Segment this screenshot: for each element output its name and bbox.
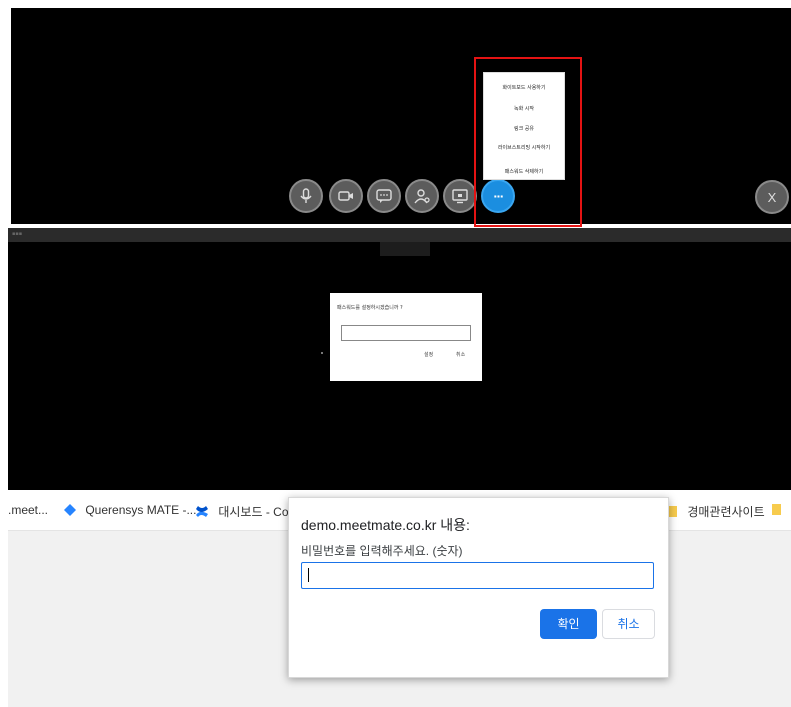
menu-item-whiteboard[interactable]: 화이트보드 사용하기	[486, 85, 562, 91]
bookmark-item[interactable]: .meet...	[8, 503, 48, 517]
menu-item-share-link[interactable]: 링크 공유	[486, 126, 562, 132]
participants-button[interactable]	[405, 179, 439, 213]
menu-item-record[interactable]: 녹화 시작	[486, 106, 562, 112]
prompt-message: 비밀번호를 입력해주세요. (숫자)	[301, 544, 463, 558]
set-password-title: 패스워드를 설정하시겠습니까 ?	[337, 305, 403, 311]
close-icon: X	[767, 189, 777, 205]
menu-dots-icon[interactable]: ▪▪▪	[12, 231, 22, 237]
screen-share-icon	[452, 189, 468, 204]
confluence-icon	[196, 506, 208, 517]
chat-icon	[376, 189, 392, 203]
cursor-dot	[321, 352, 323, 354]
microphone-icon	[300, 188, 312, 203]
top-strip	[8, 228, 791, 242]
js-prompt-dialog: demo.meetmate.co.kr 내용: 비밀번호를 입력해주세요. (숫…	[288, 497, 669, 678]
password-input[interactable]	[341, 325, 471, 341]
ok-button[interactable]: 확인	[540, 609, 597, 639]
text-caret	[308, 568, 309, 582]
camera-icon	[338, 191, 353, 201]
more-options-menu: 화이트보드 사용하기 녹화 시작 링크 공유 라이브스트리밍 시작하기 패스워드…	[483, 72, 565, 180]
bookmark-item[interactable]: 대시보드 - Conf	[195, 503, 299, 520]
leave-meeting-button[interactable]: X	[755, 180, 789, 214]
set-button[interactable]: 설정	[424, 351, 433, 358]
folder-icon	[668, 506, 677, 517]
bookmark-label: Querensys MATE -...	[85, 503, 197, 517]
browser-window: .meet... Querensys MATE -... 대시보드 - Conf…	[0, 490, 791, 707]
meeting-video-area: ··· X 화이트보드 사용하기 녹화 시작 링크 공유 라이브스트리밍 시작하…	[11, 8, 791, 227]
bookmark-label: 경매관련사이트	[687, 505, 765, 519]
prompt-title: demo.meetmate.co.kr 내용:	[301, 517, 470, 533]
camera-button[interactable]	[329, 179, 363, 213]
bookmark-item[interactable]: Querensys MATE -...	[64, 503, 196, 517]
diamond-icon	[64, 504, 76, 516]
microphone-button[interactable]	[289, 179, 323, 213]
folder-icon	[772, 504, 781, 515]
prompt-input[interactable]	[301, 562, 654, 589]
participants-icon	[414, 189, 430, 204]
menu-item-delete-password[interactable]: 패스워드 삭제하기	[486, 169, 562, 175]
top-tab	[380, 242, 430, 256]
bookmark-folder[interactable]	[772, 503, 781, 517]
bookmark-item[interactable]: 경매관련사이트	[668, 503, 765, 520]
screen-share-button[interactable]	[443, 179, 477, 213]
chat-button[interactable]	[367, 179, 401, 213]
bookmark-label: 대시보드 - Conf	[218, 505, 299, 519]
meeting-password-screen: ▪▪▪ 패스워드를 설정하시겠습니까 ? 설정 취소	[8, 228, 791, 490]
cancel-button[interactable]: 취소	[456, 351, 465, 358]
set-password-dialog: 패스워드를 설정하시겠습니까 ? 설정 취소	[330, 293, 482, 381]
menu-item-livestream[interactable]: 라이브스트리밍 시작하기	[496, 145, 552, 151]
cancel-button[interactable]: 취소	[602, 609, 655, 639]
